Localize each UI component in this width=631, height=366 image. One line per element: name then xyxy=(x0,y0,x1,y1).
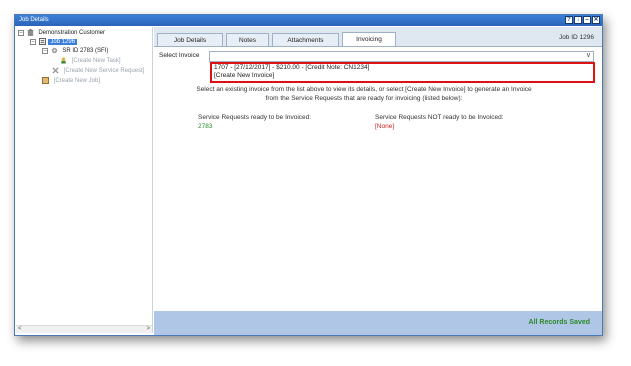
tab-attachments[interactable]: Attachments xyxy=(272,33,339,46)
job-icon xyxy=(38,38,46,45)
not-ready-heading: Service Requests NOT ready to be Invoice… xyxy=(375,114,504,121)
invoicing-instructions: Select an existing invoice from the list… xyxy=(174,86,554,103)
title-bar: Job Details ? ↓ – ✕ xyxy=(15,15,602,26)
collapse-icon[interactable]: – xyxy=(18,29,24,36)
tree-item-customer[interactable]: – Demonstration Customer xyxy=(18,29,107,38)
tree-item-create-service-request[interactable]: [Create New Service Request] xyxy=(52,67,146,76)
service-request-icon xyxy=(51,47,57,54)
task-icon xyxy=(61,57,66,64)
ready-value[interactable]: 2783 xyxy=(198,123,212,130)
tree-item-job[interactable]: – Job 1296 xyxy=(30,38,78,47)
tree-item-service-request[interactable]: – SR ID 2783 (SFI) xyxy=(42,47,110,56)
service-request-icon xyxy=(52,67,59,74)
tree-item-label: [Create New Service Request] xyxy=(63,68,145,75)
job-icon xyxy=(42,77,49,84)
save-status: All Records Saved xyxy=(528,319,590,326)
select-invoice-label: Select Invoice xyxy=(159,52,200,59)
job-tree: – Demonstration Customer – Job 1296 – SR… xyxy=(16,27,153,333)
tab-invoicing[interactable]: Invoicing xyxy=(342,32,396,47)
window-title: Job Details xyxy=(19,17,49,23)
tree-horizontal-scrollbar[interactable]: < > xyxy=(16,325,152,333)
scroll-left-icon[interactable]: < xyxy=(18,326,22,333)
invoicing-content: Select Invoice ∨ 1707 - [27/12/2017] - $… xyxy=(154,46,602,311)
chevron-down-icon[interactable]: ∨ xyxy=(586,52,591,60)
tree-item-create-job[interactable]: [Create New Job] xyxy=(42,77,102,86)
collapse-icon[interactable]: – xyxy=(30,38,36,45)
job-details-window: Job Details ? ↓ – ✕ – Demonstration Cust… xyxy=(14,14,603,336)
scroll-right-icon[interactable]: > xyxy=(146,326,150,333)
invoice-option-existing[interactable]: 1707 - [27/12/2017] - $210.00 - [Credit … xyxy=(212,64,593,72)
collapse-icon[interactable]: – xyxy=(42,47,48,54)
ready-heading: Service Requests ready to be Invoiced: xyxy=(198,114,312,121)
invoice-options-list: 1707 - [27/12/2017] - $210.00 - [Credit … xyxy=(210,62,595,83)
building-icon xyxy=(26,29,34,36)
invoice-option-create-new[interactable]: [Create New Invoice] xyxy=(212,72,593,80)
tree-item-label: Demonstration Customer xyxy=(38,30,106,37)
pin-button[interactable]: ↓ xyxy=(574,16,582,24)
minimize-button[interactable]: – xyxy=(583,16,591,24)
tree-item-label: [Create New Task] xyxy=(71,58,121,65)
window-controls: ? ↓ – ✕ xyxy=(565,16,600,24)
tree-item-create-task[interactable]: [Create New Task] xyxy=(60,57,123,66)
not-ready-value: [None] xyxy=(375,123,395,130)
job-id-label: Job ID 1296 xyxy=(558,34,594,41)
tab-strip: Job Details Notes Attachments Invoicing … xyxy=(154,27,602,47)
detail-panel: Job Details Notes Attachments Invoicing … xyxy=(154,27,602,335)
tree-item-label: [Create New Job] xyxy=(53,78,101,85)
instructions-line: Select an existing invoice from the list… xyxy=(196,86,532,93)
status-bar: All Records Saved xyxy=(154,311,602,335)
select-invoice-dropdown[interactable]: ∨ xyxy=(209,51,594,62)
close-button[interactable]: ✕ xyxy=(592,16,600,24)
tree-item-label: Job 1296 xyxy=(48,39,78,46)
instructions-line: from the Service Requests that are ready… xyxy=(265,94,463,102)
tab-job-details[interactable]: Job Details xyxy=(157,33,223,46)
help-button[interactable]: ? xyxy=(565,16,573,24)
tab-notes[interactable]: Notes xyxy=(226,33,269,46)
tree-item-label: SR ID 2783 (SFI) xyxy=(62,48,109,55)
